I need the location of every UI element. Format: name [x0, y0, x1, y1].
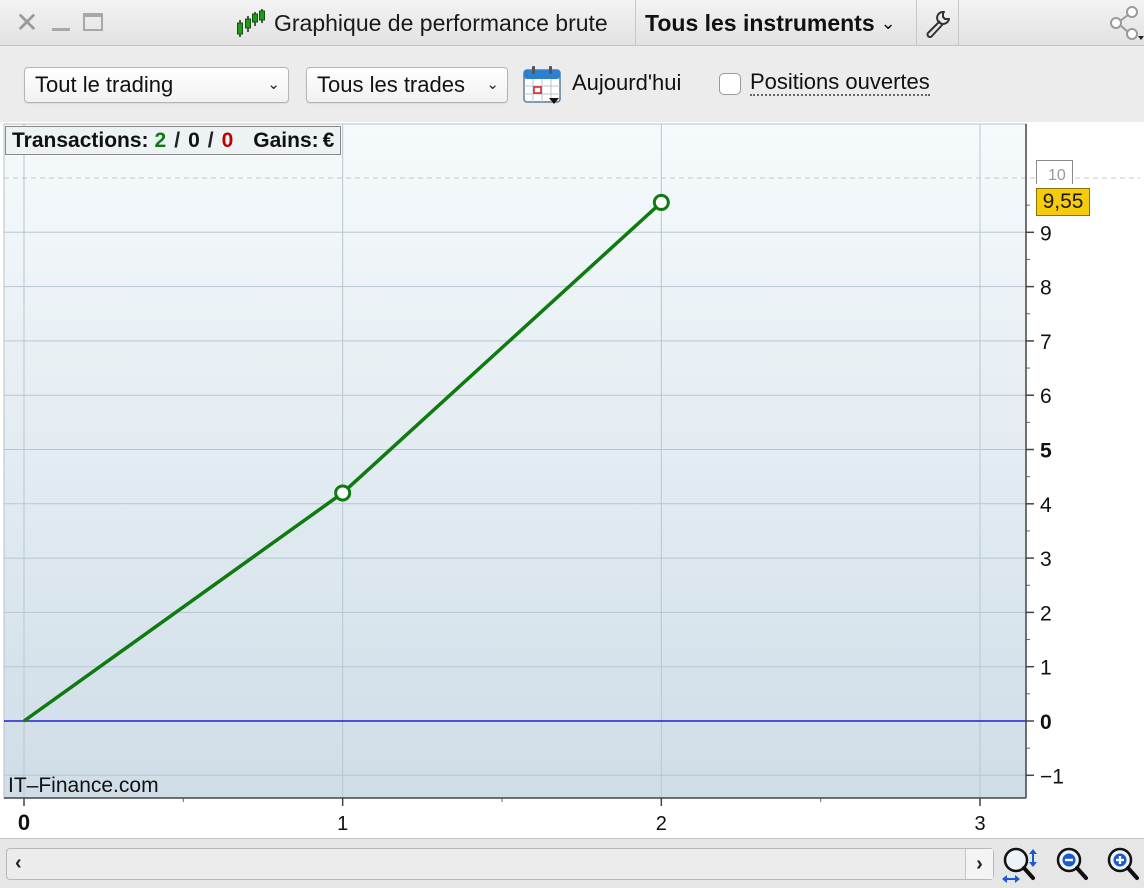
trades-filter-value: Tous les trades: [317, 72, 465, 97]
last-value-badge: 9,55: [1036, 188, 1090, 216]
performance-chart[interactable]: −1 0 1 2 3 4 5 6 7 8 9 0 1 2 3: [0, 122, 1144, 838]
open-positions-link[interactable]: Positions ouvertes: [750, 70, 930, 96]
scroll-left-arrow-icon[interactable]: ‹: [15, 852, 22, 875]
x-tick-label: 2: [656, 813, 667, 835]
stats-separator: /: [207, 128, 214, 152]
close-icon[interactable]: ✕: [12, 7, 42, 38]
x-tick-label: 0: [18, 810, 30, 835]
minimize-icon[interactable]: [48, 8, 74, 36]
title-bar: ✕ Graphique de performance brute Tous le…: [0, 0, 1144, 46]
y-tick-label: 2: [1040, 602, 1052, 625]
chart-title: Graphique de performance brute: [274, 9, 608, 36]
calendar-icon[interactable]: [521, 64, 563, 106]
badge-tab: 10: [1036, 160, 1073, 184]
transactions-losing: 0: [221, 128, 234, 152]
x-tick-label: 1: [337, 813, 348, 835]
zoom-out-icon[interactable]: [1053, 845, 1093, 885]
transactions-label: Transactions:: [12, 128, 149, 152]
y-tick-label: 0: [1040, 711, 1052, 734]
maximize-icon[interactable]: [80, 8, 106, 36]
y-tick-label: 1: [1040, 657, 1052, 680]
open-positions-checkbox[interactable]: [719, 73, 741, 95]
scroll-right-arrow-icon[interactable]: ›: [965, 849, 993, 879]
gains-value: €: [322, 128, 335, 152]
data-point: [334, 484, 352, 502]
y-tick-label: 4: [1040, 494, 1052, 517]
transactions-neutral: 0: [188, 128, 200, 152]
transactions-summary: Transactions: 2 / 0 / 0 Gains: €: [5, 126, 342, 155]
watermark-logo: IT–Finance.com: [8, 774, 159, 797]
share-icon[interactable]: [1104, 6, 1144, 42]
chevron-down-icon: ⌄: [267, 76, 280, 93]
data-point: [652, 193, 670, 211]
zoom-in-icon[interactable]: [1104, 845, 1144, 885]
y-tick-label: 6: [1040, 385, 1052, 408]
y-tick-label: 5: [1040, 440, 1052, 463]
transactions-total: 2: [154, 128, 167, 152]
chart-title-tab[interactable]: Graphique de performance brute: [236, 0, 608, 46]
instruments-label: Tous les instruments: [645, 9, 875, 36]
trading-filter-select[interactable]: Tout le trading ⌄: [24, 67, 289, 103]
bottom-toolbar: ‹ ›: [0, 838, 1144, 888]
y-tick-label: 8: [1040, 277, 1052, 300]
instruments-dropdown[interactable]: Tous les instruments ⌄: [636, 0, 916, 46]
filter-toolbar: Tout le trading ⌄ Tous les trades ⌄ Aujo…: [0, 46, 1144, 122]
y-tick-label: 3: [1040, 548, 1052, 571]
chevron-down-icon: ⌄: [880, 12, 896, 33]
x-tick-label: 3: [974, 813, 985, 835]
trading-filter-value: Tout le trading: [35, 72, 174, 97]
y-tick-label: −1: [1040, 765, 1064, 788]
candlestick-icon: [237, 9, 265, 37]
stats-separator: /: [174, 128, 181, 152]
y-tick-label: 7: [1040, 331, 1052, 354]
wrench-icon[interactable]: [920, 8, 954, 38]
y-tick-label: 9: [1040, 222, 1052, 245]
trades-filter-select[interactable]: Tous les trades ⌄: [306, 67, 508, 103]
plot-area: [3, 123, 1027, 799]
date-label[interactable]: Aujourd'hui: [572, 70, 681, 96]
horizontal-scrollbar[interactable]: ‹ ›: [6, 848, 994, 880]
zoom-fit-icon[interactable]: [1000, 845, 1040, 885]
chevron-down-icon: ⌄: [486, 76, 499, 93]
gains-label: Gains:: [253, 128, 319, 152]
title-separator: [916, 0, 917, 46]
title-separator: [958, 0, 959, 46]
chart-panel: −1 0 1 2 3 4 5 6 7 8 9 0 1 2 3 Transactions: 2 / 0 / 0…: [0, 122, 1144, 844]
